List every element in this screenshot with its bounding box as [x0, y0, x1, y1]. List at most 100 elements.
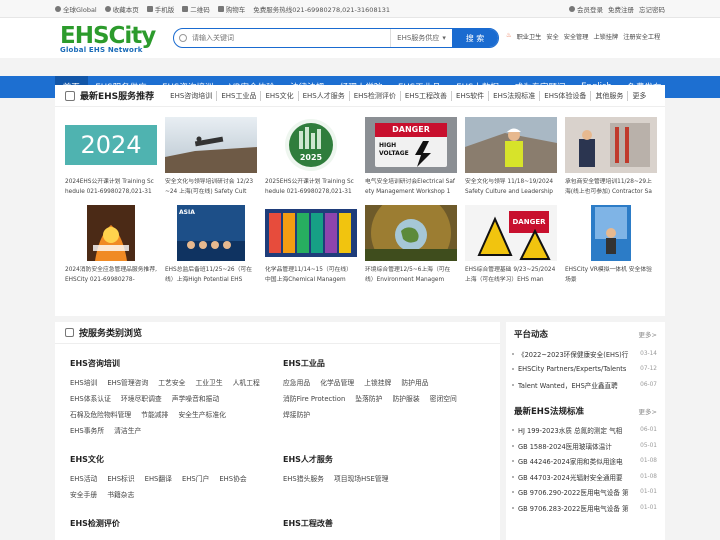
category-link[interactable]: 上锁挂牌 [364, 375, 391, 391]
category-title[interactable]: EHS咨询培训 [70, 358, 280, 369]
category-link[interactable]: EHS培训 [70, 375, 97, 391]
thumb-globe[interactable] [365, 205, 457, 261]
category-title[interactable]: EHS人才服务 [283, 454, 493, 465]
service-card[interactable]: 环境综合管理12/5~6上海（可在线）Environment Managem [365, 205, 457, 285]
service-card[interactable]: EHSCity VR模拟一体机 安全体验场景 [565, 205, 657, 285]
news-item[interactable]: HJ 199-2023水质 总氮的测定 气相 06-01 [506, 423, 665, 439]
service-card[interactable]: 承包商安全管理培训11/28~29上海(线上也可参加) Contractor S… [565, 117, 657, 197]
service-card-title[interactable]: EHSCity VR模拟一体机 安全体验场景 [565, 265, 657, 285]
news-item[interactable]: GB 1588-2024医用玻璃体温计 05-01 [506, 438, 665, 454]
category-link[interactable]: 坠落防护 [355, 391, 382, 407]
service-card[interactable]: DANGER EHS综合管理基础 9/23~25/2024 上海（可在线学习）EH… [465, 205, 557, 285]
news-item[interactable]: GB 44246-2024家用和类似用途电 01-08 [506, 454, 665, 470]
hot-keyword[interactable]: 职业卫生 [517, 32, 542, 41]
category-link[interactable]: 清洁生产 [114, 423, 141, 439]
category-link[interactable]: 密闭空间 [430, 391, 457, 407]
thumb-2025[interactable]: 2025 [265, 117, 357, 173]
service-card[interactable]: 2024 2024EHS公开课计划 Training Schedule 021-6… [65, 117, 157, 197]
category-link[interactable]: 工业卫生 [195, 375, 222, 391]
thumb-worker[interactable] [465, 117, 557, 173]
search-input[interactable] [192, 34, 390, 42]
thumb-signs[interactable]: DANGER [465, 205, 557, 261]
news-item[interactable]: Talent Wanted，EHS产业鑫直聘 06-07 [506, 377, 665, 393]
recommend-tag[interactable]: EHS体验设备 [540, 90, 592, 101]
topbar-qrcode[interactable]: 二维码 [182, 4, 210, 14]
recommend-tag[interactable]: EHS工程改善 [401, 90, 453, 101]
forgot-password-link[interactable]: 忘记密码 [639, 4, 665, 14]
news-item-text[interactable]: 《2022~2023环保健康安全(EHS)行 [518, 349, 636, 359]
search-category-select[interactable]: EHS服务供应 ▾ [390, 29, 452, 47]
news-item-text[interactable]: GB 9706.283-2022医用电气设备 第 [518, 503, 636, 513]
service-card-title[interactable]: 承包商安全管理培训11/28~29上海(线上也可参加) Contractor S… [565, 177, 657, 197]
category-link[interactable]: 防护用品 [401, 375, 428, 391]
category-link[interactable]: 书籍杂志 [107, 487, 134, 503]
recommend-tag[interactable]: EHS软件 [452, 90, 490, 101]
topbar-mobile[interactable]: 手机版 [146, 4, 174, 14]
hot-keyword[interactable]: 安全管理 [564, 32, 589, 41]
recommend-tag[interactable]: EHS检测评价 [350, 90, 401, 101]
category-link[interactable]: EHS活动 [70, 471, 97, 487]
service-card[interactable]: 安全文化与领导 11/18~19/2024 Safety Culture and… [465, 117, 557, 197]
thumb-chemical[interactable] [265, 205, 357, 261]
service-card-title[interactable]: 2025EHS公开课计划 Training Schedule 021-69980… [265, 177, 357, 197]
thumb-vr[interactable] [565, 205, 657, 261]
category-link[interactable]: 环境尽职调查 [121, 391, 162, 407]
category-link[interactable]: 消防Fire Protection [283, 391, 345, 407]
site-logo[interactable]: EHSCity Global EHS Network [60, 25, 168, 57]
topbar-bookmark[interactable]: 收藏本页 [104, 4, 139, 14]
service-card[interactable]: 化学品管理11/14~15（可在线）中国上海Chemical Managem [265, 205, 357, 285]
category-link[interactable]: 节能减排 [141, 407, 168, 423]
news-item-text[interactable]: GB 9706.290-2022医用电气设备 第 [518, 487, 636, 497]
news-item[interactable]: GB 9706.290-2022医用电气设备 第 01-01 [506, 485, 665, 501]
news-item[interactable]: GB 44703-2024光辐射安全通用要 01-08 [506, 469, 665, 485]
news-item-text[interactable]: GB 44246-2024家用和类似用途电 [518, 456, 636, 466]
category-link[interactable]: 焊接防护 [283, 407, 310, 423]
news-item-text[interactable]: Talent Wanted，EHS产业鑫直聘 [518, 380, 636, 390]
thumb-leadership[interactable] [165, 117, 257, 173]
service-card[interactable]: 安全文化与领导培训研讨会 12/23~24 上海(可在线) Safety Cul… [165, 117, 257, 197]
news-item-text[interactable]: GB 1588-2024医用玻璃体温计 [518, 441, 636, 451]
news-item-text[interactable]: HJ 199-2023水质 总氮的测定 气相 [518, 425, 636, 435]
service-card-title[interactable]: 2024消防安全应急管理品服务推荐, EHSCity 021-69980278- [65, 265, 157, 285]
thumb-2024[interactable]: 2024 [65, 117, 157, 173]
regs-more-link[interactable]: 更多> [639, 406, 657, 416]
category-link[interactable]: EHS翻译 [145, 471, 172, 487]
category-title[interactable]: EHS工业品 [283, 358, 493, 369]
recommend-tag[interactable]: EHS咨询培训 [166, 90, 218, 101]
category-link[interactable]: 项目现场HSE管理 [334, 471, 389, 487]
service-card-title[interactable]: 安全文化与领导培训研讨会 12/23~24 上海(可在线) Safety Cul… [165, 177, 257, 197]
thumb-fire[interactable] [65, 205, 157, 261]
category-link[interactable]: 石棉及危险物料管理 [70, 407, 131, 423]
service-card[interactable]: 2025 2025EHS公开课计划 Training Schedule 021-6… [265, 117, 357, 197]
hot-keyword[interactable]: 安全 [546, 32, 558, 41]
news-item-text[interactable]: GB 44703-2024光辐射安全通用要 [518, 472, 636, 482]
hot-keyword[interactable]: 注册安全工程 [623, 32, 660, 41]
search-button[interactable]: 搜 索 [452, 29, 498, 47]
service-card-title[interactable]: 安全文化与领导 11/18~19/2024 Safety Culture and… [465, 177, 557, 197]
category-link[interactable]: 声学噪音和振动 [172, 391, 220, 407]
category-link[interactable]: EHS门户 [182, 471, 209, 487]
service-card[interactable]: DANGER HIGH VOLTAGE 电气安全培训研讨会Electrical Sa… [365, 117, 457, 197]
service-card-title[interactable]: 2024EHS公开课计划 Training Schedule 021-69980… [65, 177, 157, 197]
service-card-title[interactable]: 电气安全培训研讨会Electrical Safety Management Wo… [365, 177, 457, 197]
news-item[interactable]: GB 9706.283-2022医用电气设备 第 01-01 [506, 500, 665, 516]
category-link[interactable]: 安全手册 [70, 487, 97, 503]
news-item-text[interactable]: EHSCity Partners/Experts/Talents [518, 365, 636, 373]
recommend-tag[interactable]: 其他服务 [591, 90, 629, 101]
platform-more-link[interactable]: 更多> [639, 329, 657, 339]
category-link[interactable]: EHS猎头服务 [283, 471, 324, 487]
category-title[interactable]: EHS检测评价 [70, 518, 280, 529]
recommend-tag[interactable]: 更多 [628, 91, 650, 101]
category-title[interactable]: EHS工程改善 [283, 518, 493, 529]
topbar-global[interactable]: 全球Global [55, 4, 97, 14]
thumb-contractor[interactable] [565, 117, 657, 173]
news-item[interactable]: 《2022~2023环保健康安全(EHS)行 03-14 [506, 346, 665, 362]
topbar-cart[interactable]: 购物车 [217, 4, 245, 14]
recommend-tag[interactable]: EHS人才服务 [299, 90, 350, 101]
service-card[interactable]: ASIA EHS总监后备班11/25~26（可在线）上海High Potentia… [165, 205, 257, 285]
thumb-danger[interactable]: DANGER HIGH VOLTAGE [365, 117, 457, 173]
category-link[interactable]: EHS事务所 [70, 423, 104, 439]
category-link[interactable]: 安全生产标准化 [178, 407, 226, 423]
service-card-title[interactable]: 化学品管理11/14~15（可在线）中国上海Chemical Managem [265, 265, 357, 285]
category-link[interactable]: 防护服装 [392, 391, 419, 407]
